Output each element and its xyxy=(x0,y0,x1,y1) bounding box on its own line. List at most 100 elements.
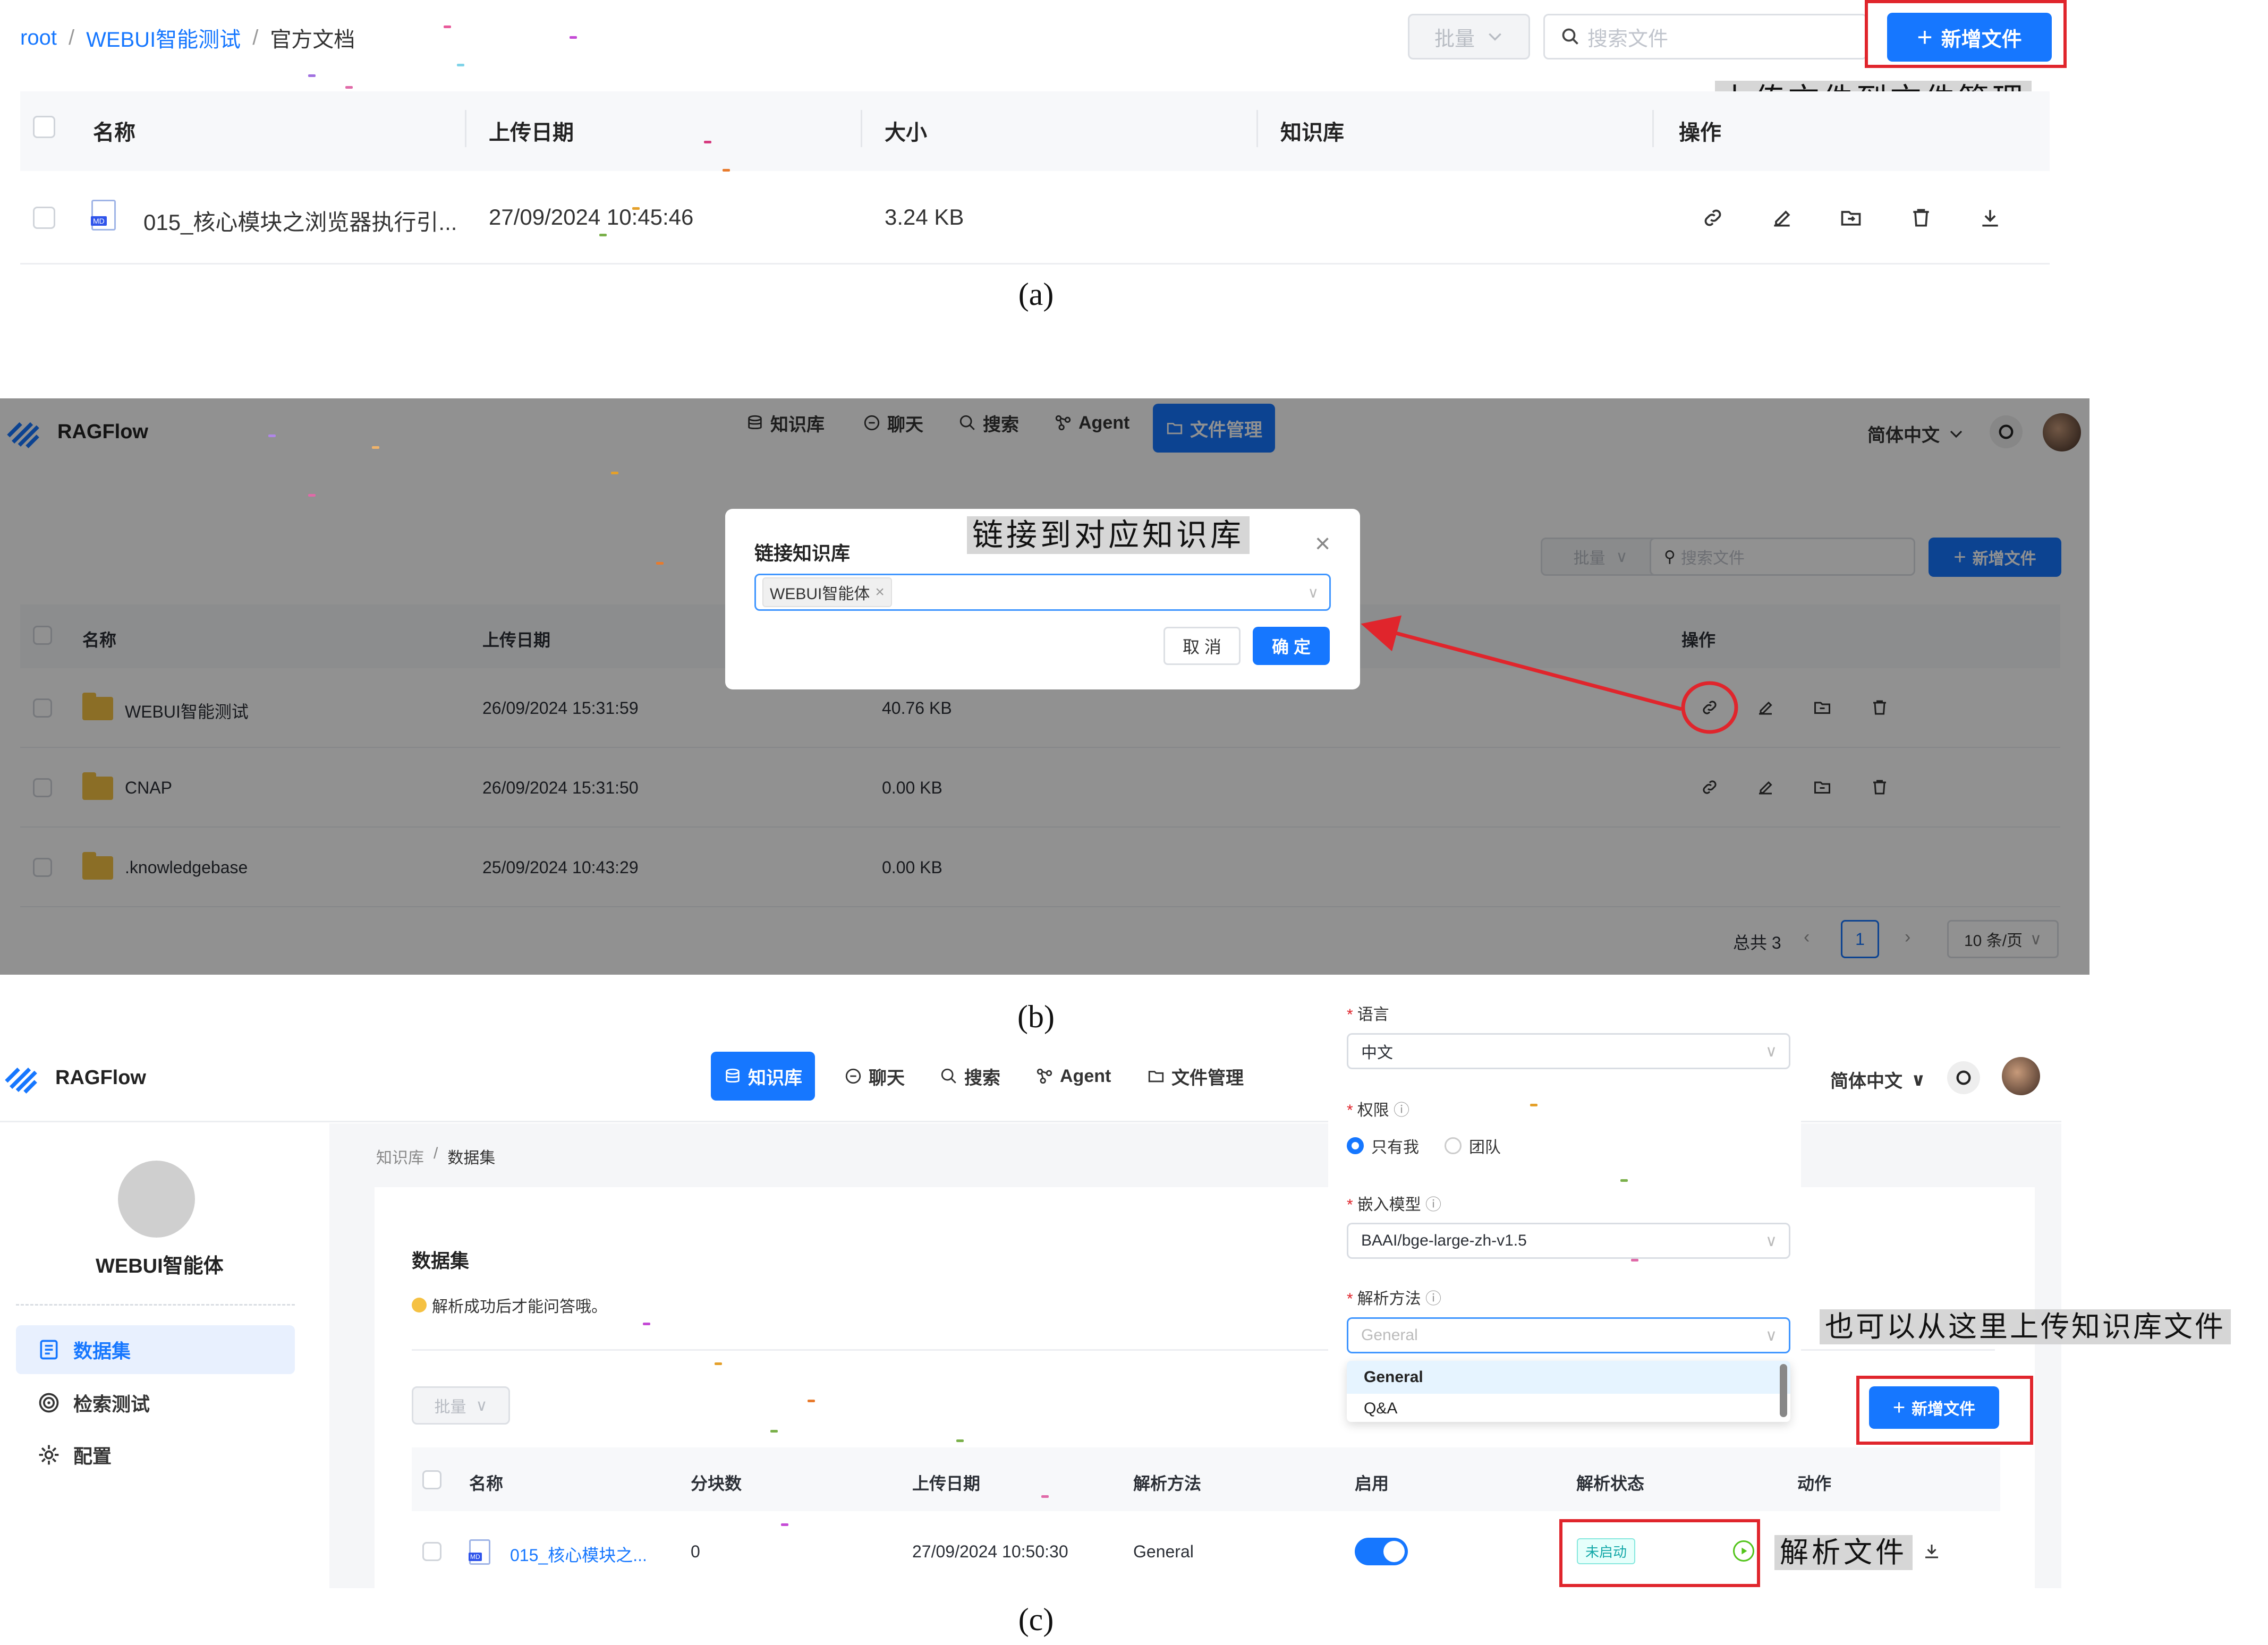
language-select[interactable]: 中文 ∨ xyxy=(1347,1033,1790,1069)
search-input[interactable]: 搜索文件 xyxy=(1543,14,1867,59)
ragflow-logo-icon xyxy=(3,1060,40,1097)
file-size: 3.24 KB xyxy=(885,204,964,229)
enable-toggle[interactable] xyxy=(1355,1538,1408,1565)
language-selector[interactable]: 简体中文 ∨ xyxy=(1830,1067,1926,1093)
column-header: 上传日期 xyxy=(912,1474,981,1493)
move-icon[interactable] xyxy=(1839,206,1863,229)
caption-a: (a) xyxy=(1018,277,1054,312)
select-all-checkbox[interactable] xyxy=(422,1470,441,1489)
sidebar-item-retrieval-test[interactable]: 检索测试 xyxy=(16,1378,295,1427)
chevron-down-icon: ∨ xyxy=(1765,1042,1777,1060)
column-header: 大小 xyxy=(885,121,927,144)
avatar[interactable] xyxy=(2002,1057,2040,1095)
confetti-speck xyxy=(308,494,316,497)
dropdown-scrollbar[interactable] xyxy=(1780,1364,1787,1417)
embedding-select[interactable]: BAAI/bge-large-zh-v1.5 ∨ xyxy=(1347,1223,1790,1259)
gear-icon xyxy=(37,1443,61,1467)
annotation-arrow xyxy=(1361,615,1738,734)
chevron-down-icon: ∨ xyxy=(475,1396,488,1414)
confetti-speck xyxy=(715,1362,722,1365)
dropdown-option-qa[interactable]: Q&A xyxy=(1347,1394,1790,1422)
column-header: 分块数 xyxy=(691,1474,742,1493)
parse-method-select[interactable]: General ∨ xyxy=(1347,1317,1790,1353)
dropdown-option-general[interactable]: General xyxy=(1347,1361,1790,1394)
sidebar-divider xyxy=(16,1304,295,1306)
confetti-speck xyxy=(656,562,664,565)
row-checkbox[interactable] xyxy=(33,207,55,229)
download-icon[interactable] xyxy=(1978,206,2002,229)
confetti-speck xyxy=(781,1523,788,1526)
table-header xyxy=(412,1447,2000,1511)
caption-b: (b) xyxy=(1017,999,1055,1034)
nav-knowledge-base[interactable]: 知识库 xyxy=(711,1052,815,1101)
confetti-speck xyxy=(611,472,618,474)
download-icon[interactable] xyxy=(1922,1541,1941,1561)
confetti-speck xyxy=(770,1430,778,1433)
parse-method: General xyxy=(1133,1542,1194,1561)
breadcrumb-root[interactable]: root xyxy=(20,26,57,50)
confetti-speck xyxy=(345,86,353,89)
column-header: 名称 xyxy=(469,1474,504,1493)
document-icon xyxy=(37,1338,61,1361)
search-icon xyxy=(940,1067,958,1085)
nav-label: 搜索 xyxy=(964,1068,1000,1088)
radio-only-me[interactable]: 只有我 xyxy=(1347,1134,1419,1157)
delete-icon[interactable] xyxy=(1909,206,1933,229)
bulk-dropdown[interactable]: 批量 ∨ xyxy=(412,1386,510,1425)
file-name[interactable]: 015_核心模块之... xyxy=(510,1542,647,1566)
nav-file-management[interactable]: 文件管理 xyxy=(1134,1052,1256,1101)
permission-radio-group: 只有我 团队 xyxy=(1347,1134,1501,1157)
edit-icon[interactable] xyxy=(1770,206,1794,229)
md-file-icon: MD xyxy=(469,1539,490,1565)
toggle-knob xyxy=(1383,1541,1405,1562)
select-all-checkbox[interactable] xyxy=(33,116,55,138)
column-header: 名称 xyxy=(93,121,135,144)
chunk-count: 0 xyxy=(691,1542,700,1561)
column-header: 启用 xyxy=(1355,1474,1389,1493)
database-icon xyxy=(724,1067,742,1085)
confetti-speck xyxy=(372,446,379,449)
link-icon[interactable] xyxy=(1701,206,1725,229)
row-checkbox[interactable] xyxy=(422,1542,441,1561)
confetti-speck xyxy=(570,36,577,39)
breadcrumb-kb[interactable]: 知识库 xyxy=(376,1145,424,1168)
breadcrumb-separator: / xyxy=(252,25,259,49)
breadcrumb-current: 官方文档 xyxy=(270,28,355,52)
column-header: 动作 xyxy=(1797,1474,1832,1493)
breadcrumb-folder[interactable]: WEBUI智能测试 xyxy=(86,22,241,53)
confetti-speck xyxy=(808,1400,815,1402)
confetti-speck xyxy=(704,141,711,143)
help-icon: ⓘ xyxy=(1425,1196,1442,1214)
kb-name: WEBUI智能体 xyxy=(96,1255,224,1277)
github-icon[interactable] xyxy=(1947,1061,1980,1094)
upload-date: 27/09/2024 10:45:46 xyxy=(489,204,694,229)
nav-agent[interactable]: Agent xyxy=(1023,1052,1124,1101)
md-badge: MD xyxy=(469,1553,482,1561)
parse-method-field-label: * 解析方法 ⓘ xyxy=(1347,1290,1442,1308)
confetti-speck xyxy=(643,1323,650,1325)
embedding-value: BAAI/bge-large-zh-v1.5 xyxy=(1361,1232,1527,1249)
column-header: 解析方法 xyxy=(1133,1474,1202,1493)
sidebar-item-dataset[interactable]: 数据集 xyxy=(16,1325,295,1374)
column-divider xyxy=(861,110,862,147)
breadcrumb: root / WEBUI智能测试 / 官方文档 xyxy=(20,22,355,53)
confetti-speck xyxy=(268,434,276,437)
confetti-speck xyxy=(1041,1495,1049,1498)
search-icon xyxy=(1561,27,1580,46)
column-divider xyxy=(465,110,466,147)
nav-chat[interactable]: 聊天 xyxy=(831,1052,918,1101)
column-divider xyxy=(1652,110,1654,147)
bulk-dropdown[interactable]: 批量 xyxy=(1408,14,1530,59)
highlight-new-file xyxy=(1856,1376,2033,1445)
confetti-speck xyxy=(444,25,451,28)
help-icon: ⓘ xyxy=(1425,1290,1442,1308)
bulk-label: 批量 xyxy=(434,1399,466,1416)
nav-search[interactable]: 搜索 xyxy=(927,1052,1013,1101)
confetti-speck xyxy=(599,234,607,236)
radio-team[interactable]: 团队 xyxy=(1445,1134,1501,1157)
file-name[interactable]: 015_核心模块之浏览器执行引... xyxy=(143,204,457,237)
nav-label: Agent xyxy=(1060,1066,1111,1086)
sidebar-item-config[interactable]: 配置 xyxy=(16,1430,295,1479)
confetti-speck xyxy=(457,64,464,66)
target-icon xyxy=(37,1391,61,1414)
